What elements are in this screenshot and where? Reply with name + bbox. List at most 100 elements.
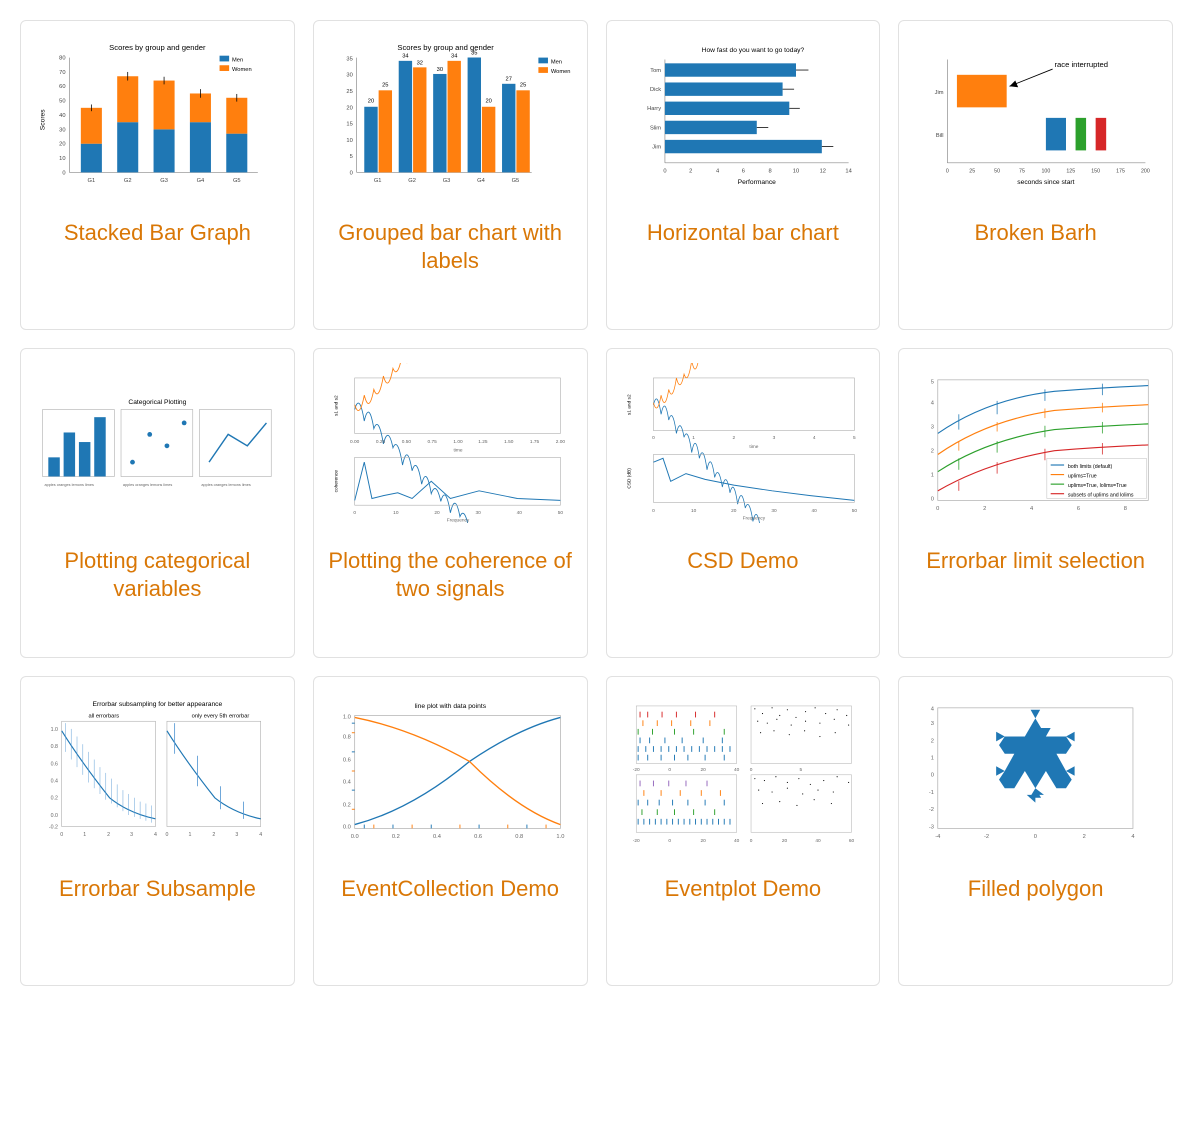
- svg-text:10: 10: [59, 156, 65, 162]
- svg-text:-20: -20: [632, 767, 639, 773]
- svg-text:0: 0: [1034, 834, 1037, 840]
- svg-text:70: 70: [59, 70, 65, 76]
- svg-text:6: 6: [741, 168, 744, 174]
- svg-text:0.50: 0.50: [401, 439, 411, 445]
- gallery-card-grouped-bar[interactable]: Scores by group and gender 051015 202530…: [313, 20, 588, 330]
- svg-text:30: 30: [59, 127, 65, 133]
- svg-text:30: 30: [346, 73, 352, 79]
- svg-text:50: 50: [59, 99, 65, 105]
- svg-text:0: 0: [931, 496, 934, 502]
- svg-text:20: 20: [700, 838, 706, 844]
- svg-text:2: 2: [689, 168, 692, 174]
- svg-text:G5: G5: [511, 178, 519, 184]
- svg-text:20: 20: [731, 508, 737, 514]
- svg-text:0.2: 0.2: [343, 802, 351, 808]
- svg-text:150: 150: [1092, 168, 1101, 174]
- svg-text:0: 0: [652, 435, 655, 441]
- legend-women: Women: [551, 69, 571, 75]
- svg-text:G1: G1: [88, 178, 96, 184]
- thumbnail: both limits (default) uplims=True uplims…: [911, 363, 1160, 523]
- svg-text:40: 40: [516, 510, 522, 516]
- thumbnail: Errorbar subsampling for better appearan…: [33, 691, 282, 851]
- thumbnail: -4-2024 -3-2-101234: [911, 691, 1160, 851]
- card-title: Plotting the coherence of two signals: [326, 547, 575, 602]
- svg-text:s1 and s2: s1 and s2: [626, 394, 632, 415]
- svg-text:40: 40: [59, 113, 65, 119]
- svg-text:-3: -3: [929, 824, 934, 830]
- chart-title: Scores by group and gender: [109, 43, 206, 52]
- svg-text:1.50: 1.50: [504, 439, 514, 445]
- svg-text:1: 1: [188, 832, 191, 838]
- gallery-card-eventplot[interactable]: -2002040 05 -2002040 0204060 Eventplot D…: [606, 676, 881, 986]
- gallery-grid: Scores by group and gender Scores 010203…: [20, 20, 1173, 986]
- card-title: Errorbar limit selection: [926, 547, 1145, 575]
- svg-text:25: 25: [520, 82, 526, 88]
- svg-text:200: 200: [1141, 168, 1150, 174]
- svg-text:0: 0: [936, 506, 939, 512]
- svg-text:0.0: 0.0: [350, 834, 358, 840]
- gallery-card-filled-polygon[interactable]: -4-2024 -3-2-101234 Filled polygon: [898, 676, 1173, 986]
- svg-text:10: 10: [792, 168, 798, 174]
- gallery-card-errorbar-subsample[interactable]: Errorbar subsampling for better appearan…: [20, 676, 295, 986]
- svg-text:0: 0: [749, 767, 752, 773]
- svg-text:25: 25: [346, 89, 352, 95]
- gallery-card-coherence[interactable]: 0.000.250.500.751.001.251.501.752.00 tim…: [313, 348, 588, 658]
- svg-text:30: 30: [771, 508, 777, 514]
- svg-text:Dick: Dick: [649, 87, 660, 93]
- legend-3: subsets of uplims and lolims: [1068, 493, 1134, 499]
- svg-text:-1: -1: [929, 790, 934, 796]
- svg-text:3: 3: [931, 721, 934, 727]
- svg-text:5: 5: [349, 154, 352, 160]
- svg-text:0: 0: [165, 832, 168, 838]
- svg-text:-20: -20: [632, 838, 639, 844]
- svg-text:14: 14: [845, 168, 852, 174]
- svg-text:-2: -2: [984, 834, 989, 840]
- chart-title: Categorical Plotting: [128, 399, 186, 406]
- svg-text:4: 4: [931, 401, 935, 407]
- svg-text:60: 60: [848, 838, 854, 844]
- svg-text:4: 4: [812, 435, 815, 441]
- svg-text:-0.2: -0.2: [49, 824, 58, 830]
- svg-text:3: 3: [130, 832, 133, 838]
- svg-text:G5: G5: [233, 178, 241, 184]
- gallery-card-stacked-bar[interactable]: Scores by group and gender Scores 010203…: [20, 20, 295, 330]
- thumbnail: line plot with data points 0.00.20.40.60…: [326, 691, 575, 851]
- thumbnail: -2002040 05 -2002040 0204060: [619, 691, 868, 851]
- svg-text:apples oranges lemons limes: apples oranges lemons limes: [123, 483, 172, 487]
- svg-text:125: 125: [1067, 168, 1076, 174]
- svg-text:15: 15: [346, 122, 352, 128]
- card-title: Horizontal bar chart: [647, 219, 839, 247]
- gallery-card-broken-barh[interactable]: JimBill race interrupted 0255075 1001251…: [898, 20, 1173, 330]
- card-title: Grouped bar chart with labels: [326, 219, 575, 274]
- svg-text:50: 50: [851, 508, 857, 514]
- svg-text:0: 0: [931, 773, 934, 779]
- svg-text:0.4: 0.4: [433, 834, 442, 840]
- svg-text:0.75: 0.75: [427, 439, 437, 445]
- gallery-card-csd[interactable]: s1 and s2 012345time CSD (dB) 0102030405…: [606, 348, 881, 658]
- svg-text:1: 1: [931, 756, 934, 762]
- svg-text:35: 35: [471, 51, 477, 57]
- svg-text:20: 20: [368, 99, 374, 105]
- svg-text:1.25: 1.25: [478, 439, 488, 445]
- svg-text:100: 100: [1042, 168, 1051, 174]
- svg-text:2: 2: [732, 435, 735, 441]
- svg-text:G4: G4: [477, 178, 485, 184]
- gallery-card-horizontal-bar[interactable]: How fast do you want to go today? TomDic…: [606, 20, 881, 330]
- svg-text:0.4: 0.4: [51, 778, 58, 784]
- svg-text:34: 34: [402, 54, 409, 60]
- svg-text:4: 4: [1132, 834, 1136, 840]
- svg-text:60: 60: [59, 84, 65, 90]
- gallery-card-eventcollection[interactable]: line plot with data points 0.00.20.40.60…: [313, 676, 588, 986]
- svg-text:50: 50: [994, 168, 1000, 174]
- svg-text:0.4: 0.4: [343, 779, 352, 785]
- gallery-card-errorbar-limits[interactable]: both limits (default) uplims=True uplims…: [898, 348, 1173, 658]
- svg-text:10: 10: [346, 138, 352, 144]
- legend-2: uplims=True, lolims=True: [1068, 483, 1127, 489]
- thumbnail: Scores by group and gender 051015 202530…: [326, 35, 575, 195]
- svg-text:2: 2: [931, 449, 934, 455]
- gallery-card-categorical[interactable]: Categorical Plotting apples oranges lemo…: [20, 348, 295, 658]
- svg-text:0: 0: [60, 832, 63, 838]
- svg-text:1.75: 1.75: [530, 439, 540, 445]
- chart-title: Errorbar subsampling for better appearan…: [93, 701, 223, 708]
- svg-text:Slim: Slim: [649, 125, 660, 131]
